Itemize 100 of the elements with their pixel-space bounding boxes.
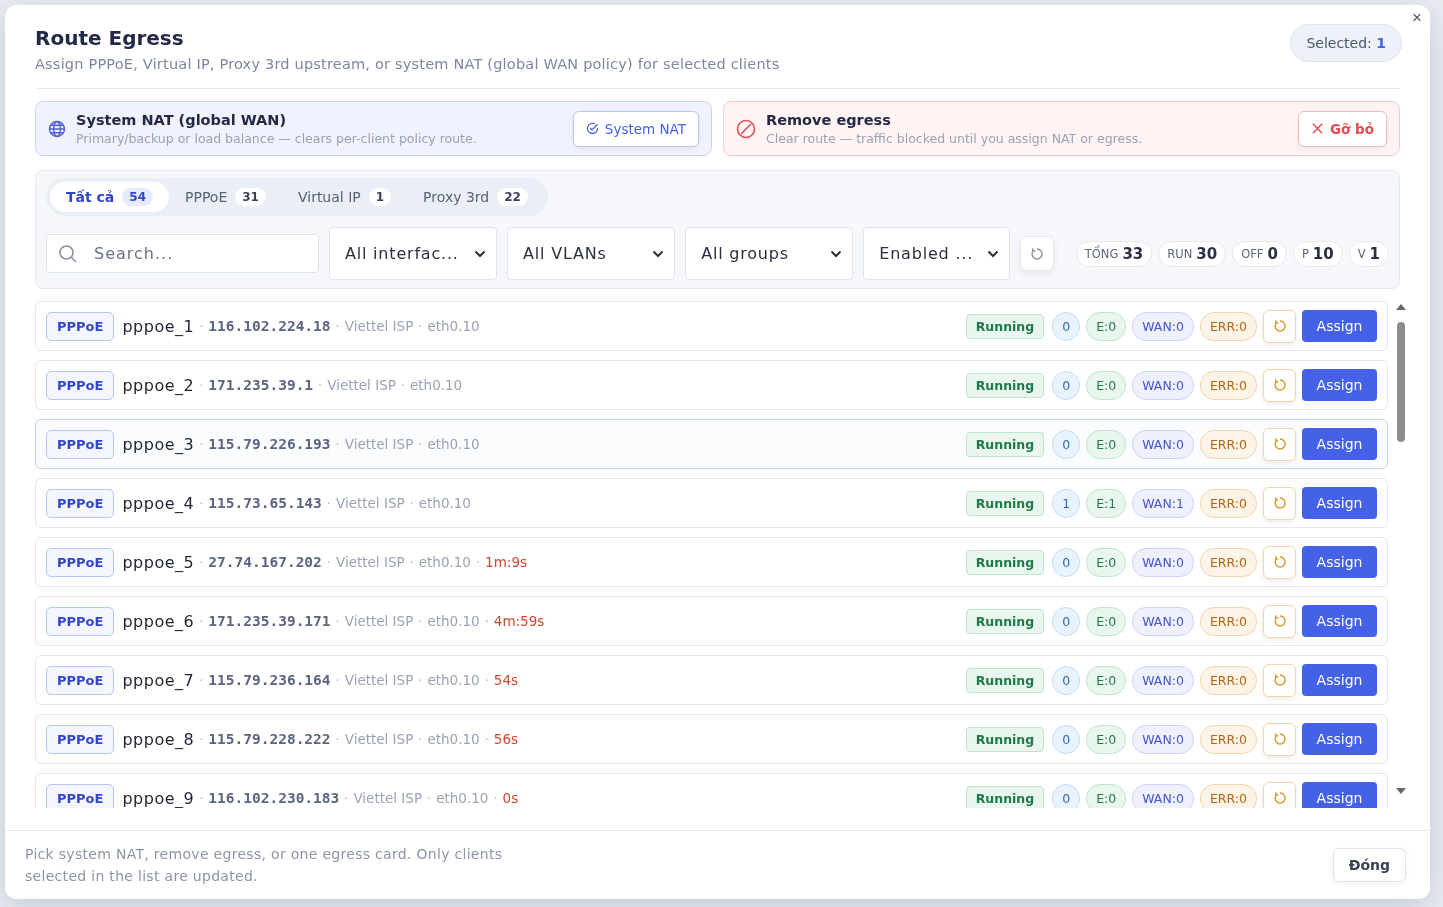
isp-name: Viettel ISP	[335, 495, 405, 511]
close-button[interactable]: Đóng	[1332, 848, 1406, 882]
refresh-icon	[1272, 437, 1287, 451]
check-circle-icon	[585, 122, 599, 135]
interface-name: eth0.10	[427, 318, 480, 334]
isp-name: Viettel ISP	[344, 318, 414, 334]
separator-dot: ·	[335, 672, 340, 688]
separator-dot: ·	[199, 731, 204, 747]
separator-dot: ·	[199, 436, 204, 452]
refresh-icon	[1272, 496, 1287, 510]
count-badge: 0	[1052, 724, 1081, 754]
assign-button[interactable]: Assign	[1302, 428, 1377, 460]
interface-name: eth0.10	[436, 790, 489, 806]
separator-dot: ·	[326, 495, 331, 511]
refresh-button[interactable]	[1263, 722, 1296, 756]
refresh-button[interactable]	[1263, 486, 1296, 520]
refresh-button[interactable]	[1263, 309, 1296, 343]
separator-dot: ·	[199, 613, 204, 629]
interface-name: eth0.10	[427, 731, 480, 747]
wan-count-badge: WAN:0	[1132, 370, 1194, 400]
client-name: pppoe_6	[122, 611, 195, 631]
filter-dropdown[interactable]: All groups	[685, 227, 854, 280]
close-button[interactable]: ×	[1412, 8, 1422, 28]
status-badge: Running	[965, 313, 1045, 339]
count-badge: 0	[1052, 547, 1081, 577]
filter-dropdown[interactable]: All VLANs	[507, 227, 676, 280]
error-count-badge: ERR:0	[1199, 311, 1257, 341]
chevron-down-icon	[652, 249, 665, 258]
option-title: System NAT (global WAN)	[76, 111, 288, 128]
filter-tab[interactable]: PPPoE 31	[169, 182, 282, 212]
isp-name: Viettel ISP	[344, 672, 414, 688]
ip-address: 171.235.39.1	[208, 377, 314, 393]
client-row[interactable]: PPPoE pppoe_6 · 171.235.39.171 · Viettel ISP · eth0.10 · 4m:59s Running 0 E:0 WAN:0 ERR:0 Assign	[35, 596, 1388, 646]
refresh-button[interactable]	[1263, 604, 1296, 638]
uptime-text: 54s	[493, 672, 519, 688]
stat-chip: RUN 30	[1158, 240, 1227, 267]
assign-button[interactable]: Assign	[1302, 369, 1377, 401]
assign-button[interactable]: Assign	[1302, 487, 1377, 519]
refresh-button[interactable]	[1263, 427, 1296, 461]
search-field[interactable]: Search...	[46, 234, 319, 273]
interface-name: eth0.10	[427, 613, 480, 629]
filter-dropdown[interactable]: All interfac...	[329, 227, 498, 280]
filter-tab[interactable]: Proxy 3rd 22	[407, 182, 544, 212]
remove-button[interactable]: Gỡ bỏ	[1298, 110, 1387, 147]
assign-button[interactable]: Assign	[1302, 782, 1377, 808]
refresh-button[interactable]	[1263, 663, 1296, 697]
assign-button[interactable]: Assign	[1302, 546, 1377, 578]
refresh-button[interactable]	[1020, 236, 1054, 271]
wan-count-badge: WAN:1	[1132, 488, 1194, 518]
refresh-button[interactable]	[1263, 781, 1296, 808]
separator-dot: ·	[335, 318, 340, 334]
error-count-badge: ERR:0	[1199, 370, 1257, 400]
refresh-icon	[1272, 673, 1287, 687]
status-badge: Running	[965, 667, 1045, 693]
client-row[interactable]: PPPoE pppoe_3 · 115.79.226.193 · Viettel ISP · eth0.10 Running 0 E:0 WAN:0 ERR:0 Assign	[35, 419, 1388, 469]
assign-button[interactable]: Assign	[1302, 310, 1377, 342]
filter-tab[interactable]: Tất cả 54	[50, 182, 169, 212]
count-badge: 1	[1052, 488, 1081, 518]
client-row[interactable]: PPPoE pppoe_8 · 115.79.228.222 · Viettel ISP · eth0.10 · 56s Running 0 E:0 WAN:0 ERR:0 Assign	[35, 714, 1388, 764]
stat-chip: V 1	[1348, 240, 1389, 267]
assign-button[interactable]: Assign	[1302, 605, 1377, 637]
wan-count-badge: WAN:0	[1132, 606, 1194, 636]
error-count-badge: ERR:0	[1199, 488, 1257, 518]
status-badge: Running	[965, 608, 1045, 634]
wan-count-badge: WAN:0	[1132, 724, 1194, 754]
e-count-badge: E:0	[1086, 370, 1127, 400]
filter-dropdown[interactable]: Enabled ...	[863, 227, 1011, 280]
e-count-badge: E:0	[1086, 665, 1127, 695]
client-row[interactable]: PPPoE pppoe_5 · 27.74.167.202 · Viettel ISP · eth0.10 · 1m:9s Running 0 E:0 WAN:0 ERR:0 Assign	[35, 537, 1388, 587]
client-name: pppoe_5	[122, 552, 195, 572]
refresh-button[interactable]	[1263, 545, 1296, 579]
client-name: pppoe_9	[122, 788, 195, 808]
stat-chip: OFF 0	[1232, 240, 1287, 267]
refresh-icon	[1272, 791, 1287, 805]
wan-count-badge: WAN:0	[1132, 783, 1194, 808]
globe-icon	[48, 119, 66, 138]
client-row[interactable]: PPPoE pppoe_4 · 115.73.65.143 · Viettel ISP · eth0.10 Running 1 E:1 WAN:1 ERR:0 Assign	[35, 478, 1388, 528]
e-count-badge: E:1	[1086, 488, 1127, 518]
separator-dot: ·	[418, 318, 423, 334]
type-tag: PPPoE	[46, 724, 115, 754]
filter-tab[interactable]: Virtual IP 1	[281, 182, 408, 212]
uptime-text: 56s	[493, 731, 519, 747]
type-tag: PPPoE	[46, 488, 115, 518]
e-count-badge: E:0	[1086, 783, 1127, 808]
type-tag: PPPoE	[46, 311, 115, 341]
refresh-button[interactable]	[1263, 368, 1296, 402]
client-row[interactable]: PPPoE pppoe_1 · 116.102.224.18 · Viettel ISP · eth0.10 Running 0 E:0 WAN:0 ERR:0 Assign	[35, 301, 1388, 351]
system-nat-button[interactable]: System NAT	[572, 110, 699, 147]
ip-address: 115.73.65.143	[208, 495, 322, 511]
assign-button[interactable]: Assign	[1302, 664, 1377, 696]
option-title: Remove egress	[766, 111, 892, 128]
interface-name: eth0.10	[418, 554, 471, 570]
close-icon	[1311, 122, 1324, 135]
client-row[interactable]: PPPoE pppoe_7 · 115.79.236.164 · Viettel ISP · eth0.10 · 54s Running 0 E:0 WAN:0 ERR:0 Assign	[35, 655, 1388, 705]
interface-name: eth0.10	[427, 436, 480, 452]
client-row[interactable]: PPPoE pppoe_9 · 116.102.230.183 · Viettel ISP · eth0.10 · 0s Running 0 E:0 WAN:0 ERR:0 Assign	[35, 773, 1388, 808]
client-row[interactable]: PPPoE pppoe_2 · 171.235.39.1 · Viettel ISP · eth0.10 Running 0 E:0 WAN:0 ERR:0 Assign	[35, 360, 1388, 410]
assign-button[interactable]: Assign	[1302, 723, 1377, 755]
status-badge: Running	[965, 431, 1045, 457]
separator-dot: ·	[199, 377, 204, 393]
